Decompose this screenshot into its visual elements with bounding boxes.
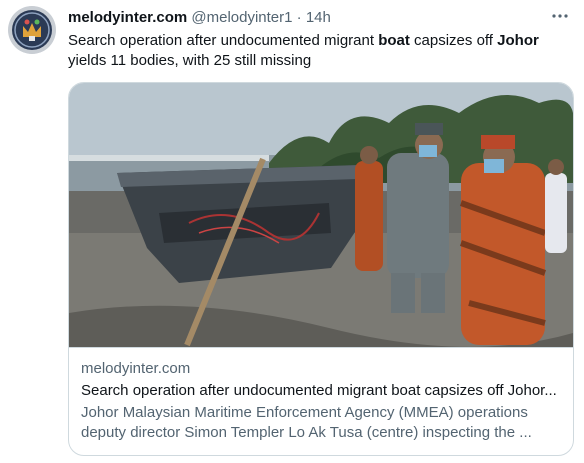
tweet-text-part: Search operation after undocumented migr…	[68, 32, 379, 49]
card-image[interactable]	[69, 83, 573, 347]
tweet-text-highlight: Johor	[497, 32, 539, 49]
card-description: Johor Malaysian Maritime Enforcement Age…	[81, 404, 532, 441]
tweet-text-highlight: boat	[378, 32, 410, 49]
card-domain: melodyinter.com	[81, 360, 191, 377]
timestamp[interactable]: 14h	[306, 9, 331, 26]
user-handle[interactable]: @melodyinter1	[191, 9, 292, 26]
card-title[interactable]: Search operation after undocumented migr…	[81, 381, 561, 401]
tweet-text: Search operation after undocumented migr…	[68, 31, 558, 71]
more-horizontal-icon	[552, 14, 568, 18]
tweet-header: melodyinter.com @melodyinter1 · 14h	[68, 8, 331, 28]
link-card[interactable]: melodyinter.com Search operation after u…	[68, 82, 574, 456]
tweet[interactable]: melodyinter.com @melodyinter1 · 14h Sear…	[0, 0, 584, 463]
display-name[interactable]: melodyinter.com	[68, 9, 187, 26]
avatar-image	[8, 6, 56, 54]
tweet-text-part: yields 11 bodies, with 25 still missing	[68, 52, 312, 69]
card-body[interactable]: melodyinter.com Search operation after u…	[69, 347, 573, 455]
tweet-text-part: capsizes off	[409, 32, 498, 49]
separator-dot: ·	[296, 9, 302, 26]
avatar[interactable]	[8, 6, 56, 54]
more-button[interactable]	[548, 4, 572, 28]
